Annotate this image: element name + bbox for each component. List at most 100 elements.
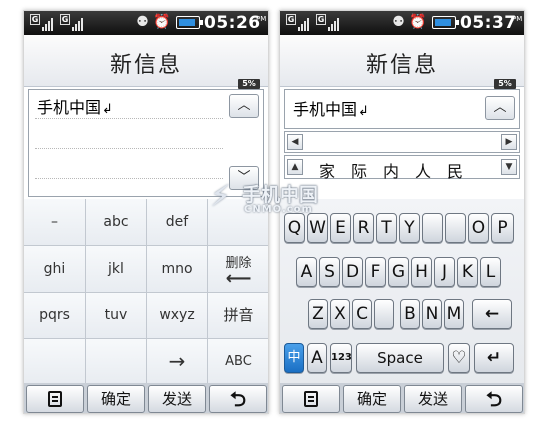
- key-alpha-mode[interactable]: A: [307, 343, 327, 373]
- key-v[interactable]: [374, 299, 394, 329]
- key-number-mode[interactable]: 123: [330, 343, 352, 373]
- key-t[interactable]: T: [376, 213, 397, 243]
- clock: 05:26: [204, 13, 261, 33]
- back-button[interactable]: ⮌: [209, 385, 267, 413]
- key-pqrs[interactable]: pqrs: [24, 293, 86, 339]
- key-label: –: [51, 214, 58, 230]
- key-mno[interactable]: mno: [147, 246, 208, 293]
- key-j[interactable]: J: [434, 257, 455, 287]
- candidate-prev-button[interactable]: ▲: [287, 159, 303, 175]
- key-s[interactable]: S: [319, 257, 340, 287]
- key-c[interactable]: C: [352, 299, 372, 329]
- key-punctuation[interactable]: –: [24, 199, 86, 246]
- backspace-arrow-icon: ⟵: [225, 268, 252, 289]
- key-z[interactable]: Z: [308, 299, 328, 329]
- key-jkl[interactable]: jkl: [86, 246, 147, 293]
- scroll-up-button[interactable]: ︿: [229, 94, 259, 118]
- menu-button[interactable]: [282, 385, 340, 413]
- key-label: pqrs: [39, 307, 70, 323]
- sim2-signal-icon: G: [60, 14, 86, 31]
- watermark-logo-icon: ⚡: [210, 179, 232, 214]
- status-bar: G G ⚉ ⏰ 05:26 PM: [24, 11, 268, 35]
- key-a[interactable]: A: [296, 257, 317, 287]
- key-tuv[interactable]: tuv: [86, 293, 147, 339]
- key-y[interactable]: Y: [399, 213, 420, 243]
- key-wxyz[interactable]: wxyz: [147, 293, 208, 339]
- back-button[interactable]: ⮌: [465, 385, 523, 413]
- key-ghi[interactable]: ghi: [24, 246, 86, 293]
- confirm-button[interactable]: 确定: [343, 385, 401, 413]
- alarm-icon: ⏰: [409, 14, 427, 30]
- key-abc-mode[interactable]: ABC: [208, 339, 268, 385]
- menu-icon: [304, 391, 318, 407]
- key-label: abc: [103, 214, 129, 230]
- heart-icon: ♡: [451, 348, 467, 368]
- key-backspace[interactable]: ←: [472, 299, 512, 329]
- key-label: tuv: [104, 307, 128, 323]
- confirm-button[interactable]: 确定: [87, 385, 145, 413]
- key-b[interactable]: B: [400, 299, 420, 329]
- candidate-3[interactable]: 内: [383, 158, 399, 182]
- sim1-label: G: [30, 14, 40, 25]
- key-r[interactable]: R: [353, 213, 374, 243]
- key-i[interactable]: [445, 213, 466, 243]
- key-delete[interactable]: 删除 ⟵: [208, 246, 268, 293]
- key-l[interactable]: L: [480, 257, 501, 287]
- key-def[interactable]: def: [147, 199, 208, 246]
- key-g[interactable]: G: [388, 257, 409, 287]
- memory-counter: 5%: [238, 79, 260, 89]
- key-h[interactable]: H: [411, 257, 432, 287]
- memory-counter: 5%: [494, 79, 516, 89]
- message-body-input[interactable]: 手机中国↲ ︿: [284, 89, 520, 129]
- candidate-2[interactable]: 际: [351, 158, 367, 182]
- key-m[interactable]: M: [444, 299, 464, 329]
- key-pinyin[interactable]: 拼音: [208, 293, 268, 339]
- key-label: ABC: [225, 354, 252, 369]
- send-button[interactable]: 发送: [148, 385, 206, 413]
- key-label: wxyz: [159, 307, 195, 323]
- candidate-5[interactable]: 民: [447, 158, 463, 182]
- key-n[interactable]: N: [422, 299, 442, 329]
- scroll-up-button[interactable]: ︿: [485, 96, 515, 120]
- key-blank-2[interactable]: [24, 339, 86, 385]
- key-chinese-mode[interactable]: 中: [284, 343, 304, 373]
- sim2-signal-icon: G: [316, 14, 342, 31]
- key-label: 拼音: [223, 306, 254, 324]
- triangle-right-icon: ▶: [505, 137, 513, 147]
- key-x[interactable]: X: [330, 299, 350, 329]
- cursor-right-button[interactable]: ▶: [501, 134, 517, 150]
- softkey-bar: 确定 发送 ⮌: [24, 383, 268, 413]
- send-button[interactable]: 发送: [404, 385, 462, 413]
- chevron-up-icon: ︿: [237, 98, 251, 113]
- menu-button[interactable]: [26, 385, 84, 413]
- key-abc[interactable]: abc: [86, 199, 147, 246]
- ampm-indicator: PM: [512, 15, 523, 23]
- key-o[interactable]: O: [468, 213, 489, 243]
- text-cursor: ↲: [102, 102, 113, 117]
- text-cursor: ↲: [358, 104, 369, 119]
- enter-icon: ↵: [486, 348, 502, 368]
- arrow-right-icon: →: [168, 349, 186, 373]
- key-k[interactable]: K: [457, 257, 478, 287]
- candidate-next-button[interactable]: ▼: [501, 159, 517, 175]
- profile-icon: ⚉: [136, 14, 149, 30]
- key-enter[interactable]: ↵: [474, 343, 514, 373]
- key-space[interactable]: Space: [356, 343, 444, 373]
- key-blank-3[interactable]: [86, 339, 147, 385]
- qwerty-keyboard: Q W E R T Y O P A S D F G H J K L Z X C …: [280, 199, 524, 385]
- key-u[interactable]: [422, 213, 443, 243]
- key-label: ghi: [43, 261, 66, 277]
- sim2-label: G: [60, 14, 70, 25]
- cursor-left-button[interactable]: ◀: [287, 134, 303, 150]
- key-d[interactable]: D: [342, 257, 363, 287]
- key-p[interactable]: P: [491, 213, 514, 243]
- sim2-label: G: [316, 14, 326, 25]
- chevron-up-icon: ︿: [493, 100, 507, 115]
- key-symbols[interactable]: ♡: [448, 343, 470, 373]
- key-f[interactable]: F: [365, 257, 386, 287]
- message-text: 手机中国: [293, 100, 358, 119]
- clock: 05:37: [460, 13, 517, 33]
- sim1-label: G: [286, 14, 296, 25]
- key-next-arrow[interactable]: →: [147, 339, 208, 385]
- candidate-4[interactable]: 人: [415, 158, 431, 182]
